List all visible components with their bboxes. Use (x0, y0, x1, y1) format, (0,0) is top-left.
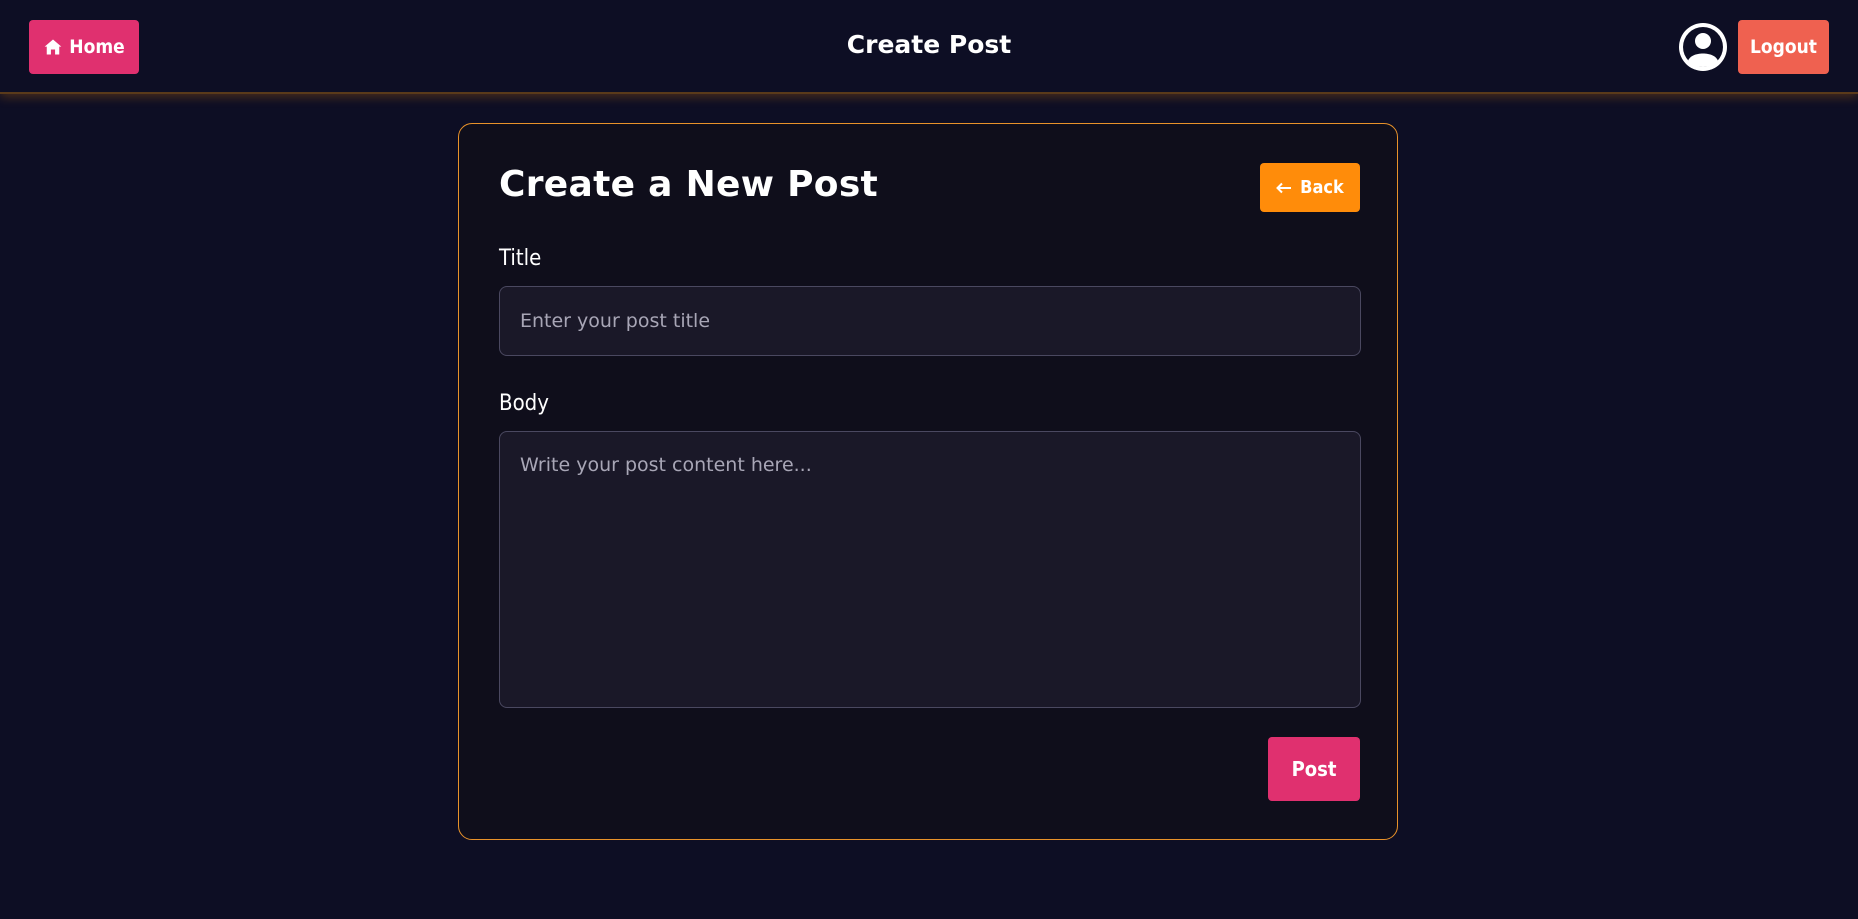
title-input[interactable] (499, 286, 1361, 356)
post-button-label: Post (1291, 757, 1337, 781)
logout-button[interactable]: Logout (1738, 20, 1829, 74)
title-label: Title (499, 246, 542, 271)
arrow-left-icon (1276, 182, 1292, 193)
back-button[interactable]: Back (1260, 163, 1360, 212)
top-navbar: Home Create Post Logout (0, 0, 1858, 94)
logout-button-label: Logout (1750, 36, 1817, 58)
body-textarea[interactable] (499, 431, 1361, 708)
user-circle-icon[interactable] (1678, 22, 1728, 72)
page-title: Create Post (846, 30, 1012, 59)
post-button[interactable]: Post (1268, 737, 1360, 801)
body-label: Body (499, 391, 549, 416)
form-heading: Create a New Post (499, 164, 879, 205)
back-button-label: Back (1300, 177, 1344, 198)
create-post-card: Create a New Post Back Title Body Post (458, 123, 1398, 840)
